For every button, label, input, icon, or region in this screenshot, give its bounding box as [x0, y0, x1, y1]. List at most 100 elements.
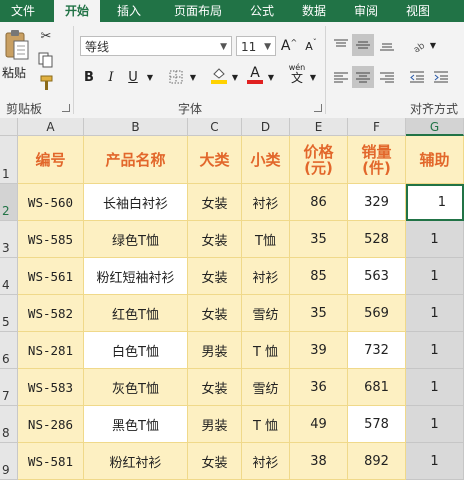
top-align-icon[interactable] [330, 34, 352, 56]
cell-helper[interactable]: 1 [406, 258, 464, 295]
borders-dropdown-icon[interactable]: ▼ [188, 66, 198, 88]
cell-subcategory[interactable]: 雪纺 [242, 369, 290, 406]
row-header-4[interactable]: 4 [0, 258, 18, 295]
tab-file[interactable]: 文件 [4, 0, 42, 22]
font-name-select[interactable]: 等线 ▼ [80, 36, 232, 56]
column-header-b[interactable]: B [84, 118, 188, 136]
header-cell-price[interactable]: 价格 (元) [290, 136, 348, 184]
cell-subcategory[interactable]: 衬衫 [242, 258, 290, 295]
header-cell-subcategory[interactable]: 小类 [242, 136, 290, 184]
column-header-g[interactable]: G [406, 118, 464, 136]
row-header-1[interactable]: 1 [0, 136, 18, 184]
cell-sales[interactable]: 329 [348, 184, 406, 221]
cell-category[interactable]: 女装 [188, 258, 242, 295]
cell-helper[interactable]: 1 [406, 295, 464, 332]
tab-view[interactable]: 视图 [398, 0, 438, 22]
header-cell-sales[interactable]: 销量 (件) [348, 136, 406, 184]
cell-product-name[interactable]: 绿色T恤 [84, 221, 188, 258]
cell-helper[interactable]: 1 [406, 406, 464, 443]
select-all-corner[interactable] [0, 118, 18, 136]
font-color-icon[interactable]: A [244, 64, 266, 86]
bottom-align-icon[interactable] [376, 34, 398, 56]
cell-id[interactable]: WS-581 [18, 443, 84, 480]
bold-button[interactable]: B [80, 66, 98, 88]
cell-product-name[interactable]: 长袖白衬衫 [84, 184, 188, 221]
row-header-7[interactable]: 7 [0, 369, 18, 406]
fill-color-dropdown-icon[interactable]: ▼ [230, 66, 240, 88]
cell-id[interactable]: NS-286 [18, 406, 84, 443]
header-cell-product-name[interactable]: 产品名称 [84, 136, 188, 184]
align-right-icon[interactable] [376, 66, 398, 88]
paste-label[interactable]: 粘贴 [2, 64, 26, 81]
decrease-font-size-button[interactable]: Aˇ [302, 35, 320, 57]
cell-category[interactable]: 女装 [188, 295, 242, 332]
cell-subcategory[interactable]: T恤 [242, 221, 290, 258]
underline-button[interactable]: U [124, 66, 142, 88]
cell-id[interactable]: WS-583 [18, 369, 84, 406]
copy-icon[interactable] [36, 50, 56, 70]
cell-price[interactable]: 39 [290, 332, 348, 369]
cell-sales[interactable]: 563 [348, 258, 406, 295]
column-header-e[interactable]: E [290, 118, 348, 136]
active-cell[interactable]: 1 [406, 184, 464, 221]
tab-data[interactable]: 数据 [294, 0, 334, 22]
cell-id[interactable]: WS-585 [18, 221, 84, 258]
cell-sales[interactable]: 569 [348, 295, 406, 332]
cell-subcategory[interactable]: 雪纺 [242, 295, 290, 332]
cell-price[interactable]: 49 [290, 406, 348, 443]
cell-id[interactable]: WS-561 [18, 258, 84, 295]
cell-helper[interactable]: 1 [406, 443, 464, 480]
cut-icon[interactable]: ✂ [36, 26, 56, 46]
cell-subcategory[interactable]: T 恤 [242, 406, 290, 443]
tab-formulas[interactable]: 公式 [242, 0, 282, 22]
row-header-6[interactable]: 6 [0, 332, 18, 369]
tab-insert[interactable]: 插入 [108, 0, 150, 22]
cell-product-name[interactable]: 灰色T恤 [84, 369, 188, 406]
cell-category[interactable]: 女装 [188, 369, 242, 406]
phonetic-guide-icon[interactable]: wén 文 [286, 62, 308, 84]
cell-category[interactable]: 女装 [188, 221, 242, 258]
cell-product-name[interactable]: 红色T恤 [84, 295, 188, 332]
worksheet-grid[interactable]: A B C D E F G 1 2 3 4 5 6 7 8 9 编号 产品名称 大类 小类 价格 (元) 销量 (件) 辅助… [0, 118, 464, 481]
column-header-a[interactable]: A [18, 118, 84, 136]
align-left-icon[interactable] [330, 66, 352, 88]
header-cell-helper[interactable]: 辅助 [406, 136, 464, 184]
clipboard-launcher-icon[interactable] [62, 104, 70, 112]
cell-id[interactable]: WS-582 [18, 295, 84, 332]
cell-product-name[interactable]: 粉红衬衫 [84, 443, 188, 480]
cell-helper[interactable]: 1 [406, 221, 464, 258]
font-size-select[interactable]: 11 ▼ [236, 36, 276, 56]
cell-price[interactable]: 85 [290, 258, 348, 295]
italic-button[interactable]: I [102, 66, 120, 88]
format-painter-icon[interactable] [38, 74, 56, 92]
cell-subcategory[interactable]: 衬衫 [242, 443, 290, 480]
cell-sales[interactable]: 892 [348, 443, 406, 480]
cell-category[interactable]: 男装 [188, 406, 242, 443]
cell-price[interactable]: 86 [290, 184, 348, 221]
cell-category[interactable]: 男装 [188, 332, 242, 369]
borders-icon[interactable] [166, 66, 186, 88]
underline-dropdown-icon[interactable]: ▼ [144, 66, 156, 88]
increase-font-size-button[interactable]: A ^ [280, 35, 298, 57]
cell-id[interactable]: WS-560 [18, 184, 84, 221]
cell-helper[interactable]: 1 [406, 369, 464, 406]
tab-page-layout[interactable]: 页面布局 [162, 0, 234, 22]
align-center-icon[interactable] [352, 66, 374, 88]
increase-indent-icon[interactable] [430, 66, 452, 88]
orientation-icon[interactable]: ab [408, 34, 430, 56]
tab-review[interactable]: 审阅 [346, 0, 386, 22]
font-launcher-icon[interactable] [314, 104, 322, 112]
row-header-8[interactable]: 8 [0, 406, 18, 443]
orientation-dropdown-icon[interactable]: ▼ [428, 34, 438, 56]
cell-price[interactable]: 38 [290, 443, 348, 480]
cell-sales[interactable]: 578 [348, 406, 406, 443]
cell-price[interactable]: 35 [290, 221, 348, 258]
row-header-5[interactable]: 5 [0, 295, 18, 332]
cell-subcategory[interactable]: T 恤 [242, 332, 290, 369]
tab-home[interactable]: 开始 [54, 0, 100, 22]
cell-product-name[interactable]: 黑色T恤 [84, 406, 188, 443]
header-cell-category[interactable]: 大类 [188, 136, 242, 184]
column-header-c[interactable]: C [188, 118, 242, 136]
cell-helper[interactable]: 1 [406, 332, 464, 369]
row-header-3[interactable]: 3 [0, 221, 18, 258]
